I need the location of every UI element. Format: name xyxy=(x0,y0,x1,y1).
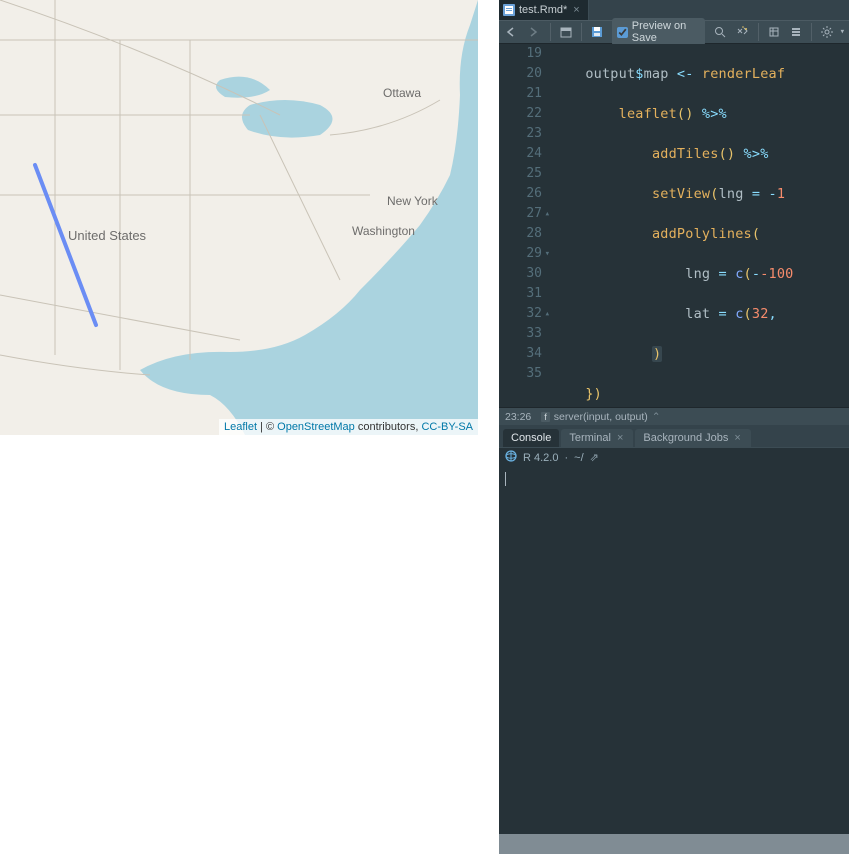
bottom-statusbar xyxy=(499,834,849,854)
close-icon[interactable]: × xyxy=(615,432,625,444)
file-tab-label: test.Rmd* xyxy=(519,4,567,16)
viewer-pane: Ottawa New York Washington United States… xyxy=(0,0,490,854)
wd-popout-icon[interactable]: ⇗ xyxy=(590,451,599,464)
show-in-window-button[interactable] xyxy=(556,22,575,42)
nav-forward-button[interactable] xyxy=(525,22,544,42)
map-label-ottawa: Ottawa xyxy=(383,86,421,100)
scope-icon: f xyxy=(541,412,550,422)
console-header: R 4.2.0 · ~/ ⇗ xyxy=(499,447,849,467)
attribution-license-link[interactable]: CC-BY-SA xyxy=(421,421,473,433)
cursor-position: 23:26 xyxy=(505,411,531,423)
tab-console[interactable]: Console xyxy=(503,429,559,447)
leaflet-map[interactable]: Ottawa New York Washington United States… xyxy=(0,0,478,435)
working-dir[interactable]: ~/ xyxy=(574,452,583,464)
source-toolbar: Preview on Save ▾ xyxy=(499,20,849,44)
close-icon[interactable]: × xyxy=(571,4,581,16)
preview-on-save-toggle[interactable]: Preview on Save xyxy=(612,18,705,46)
map-label-usa: United States xyxy=(68,228,146,243)
rmd-file-icon xyxy=(503,4,515,16)
chevron-down-icon[interactable]: ▾ xyxy=(840,27,845,37)
find-button[interactable] xyxy=(711,22,730,42)
save-button[interactable] xyxy=(588,22,607,42)
r-session-icon xyxy=(505,450,517,465)
source-status-bar: 23:26 f server(input, output) ⌃ xyxy=(499,407,849,425)
source-tab-bar: test.Rmd* × xyxy=(499,0,849,20)
code-area[interactable]: output$map <- renderLeaf leaflet() %>% a… xyxy=(552,44,849,407)
tab-background-jobs[interactable]: Background Jobs× xyxy=(635,429,750,447)
file-tab[interactable]: test.Rmd* × xyxy=(499,0,589,20)
map-label-newyork: New York xyxy=(387,194,438,208)
source-editor[interactable]: 19 20 21 22 23 24 25 26 27▴ 28 29▾ 30 31… xyxy=(499,44,849,407)
attribution-osm-link[interactable]: OpenStreetMap xyxy=(277,421,355,433)
close-icon[interactable]: × xyxy=(732,432,742,444)
console-cursor xyxy=(505,472,506,486)
preview-on-save-label: Preview on Save xyxy=(632,20,700,44)
scope-path[interactable]: server(input, output) xyxy=(554,411,648,423)
nav-back-button[interactable] xyxy=(503,22,522,42)
r-version-label: R 4.2.0 xyxy=(523,452,558,464)
console-tab-bar: Console Terminal× Background Jobs× xyxy=(499,425,849,447)
map-attribution: Leaflet | © OpenStreetMap contributors, … xyxy=(219,419,478,435)
attribution-leaflet-link[interactable]: Leaflet xyxy=(224,421,257,433)
rstudio-pane: test.Rmd* × Preview on Save ▾ xyxy=(490,0,849,854)
code-tools-button[interactable] xyxy=(733,22,752,42)
tab-terminal[interactable]: Terminal× xyxy=(561,429,633,447)
knit-button[interactable] xyxy=(764,22,783,42)
outline-button[interactable] xyxy=(786,22,805,42)
console-body[interactable] xyxy=(499,467,849,834)
map-svg xyxy=(0,0,478,435)
map-label-washington: Washington xyxy=(352,224,415,238)
line-number-gutter: 19 20 21 22 23 24 25 26 27▴ 28 29▾ 30 31… xyxy=(499,44,552,407)
settings-button[interactable] xyxy=(818,22,837,42)
